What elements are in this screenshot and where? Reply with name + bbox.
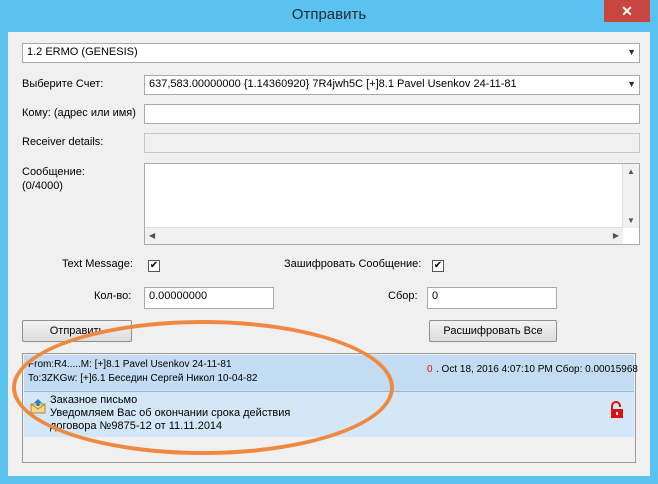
amount-label: Кол-во: (94, 290, 132, 302)
close-button[interactable]: ✕ (604, 0, 650, 22)
title-bar: Отправить ✕ (0, 0, 658, 32)
receiver-details-label: Receiver details: (22, 136, 104, 148)
scroll-up-icon[interactable]: ▲ (627, 167, 635, 176)
network-select[interactable]: 1.2 ERMO (GENESIS) ▼ (22, 43, 640, 63)
fee-label: Сбор: (388, 290, 418, 302)
chevron-down-icon: ▼ (627, 47, 636, 57)
amount-input[interactable]: 0.00000000 (144, 287, 274, 309)
encrypt-label: Зашифровать Сообщение: (284, 258, 422, 270)
scroll-right-icon[interactable]: ▶ (613, 231, 619, 240)
scroll-left-icon[interactable]: ◀ (149, 231, 155, 240)
account-select[interactable]: 637,583.00000000 {1.14360920} 7R4jwh5C [… (144, 75, 640, 95)
fee-input[interactable]: 0 (427, 287, 557, 309)
account-label: Выберите Счет: (22, 78, 104, 90)
recipient-input[interactable] (144, 104, 640, 124)
highlight-oval (12, 320, 394, 455)
message-meta: . Oct 18, 2016 4:07:10 PM Сбор: 0.000159… (436, 364, 638, 375)
unlocked-icon[interactable] (609, 401, 625, 419)
scroll-down-icon[interactable]: ▼ (627, 216, 635, 225)
network-select-value: 1.2 ERMO (GENESIS) (27, 46, 138, 58)
window-title: Отправить (291, 6, 367, 23)
chevron-down-icon: ▼ (627, 79, 636, 89)
message-counter: (0/4000) (22, 180, 63, 192)
encrypt-checkbox[interactable]: ✔ (432, 260, 444, 272)
vertical-scrollbar[interactable]: ▲ ▼ (622, 164, 639, 228)
message-textarea[interactable]: ▲ ▼ ◀ ▶ (144, 163, 640, 245)
message-label: Сообщение: (22, 166, 85, 178)
message-status-number: 0 (427, 364, 433, 375)
account-select-value: 637,583.00000000 {1.14360920} 7R4jwh5C [… (149, 78, 517, 90)
recipient-label: Кому: (адрес или имя) (22, 107, 136, 119)
receiver-details-field (144, 133, 640, 153)
horizontal-scrollbar[interactable]: ◀ ▶ (145, 227, 623, 244)
text-message-label: Text Message: (62, 258, 133, 270)
decrypt-all-button[interactable]: Расшифровать Все (429, 320, 557, 342)
text-message-checkbox[interactable]: ✔ (148, 260, 160, 272)
